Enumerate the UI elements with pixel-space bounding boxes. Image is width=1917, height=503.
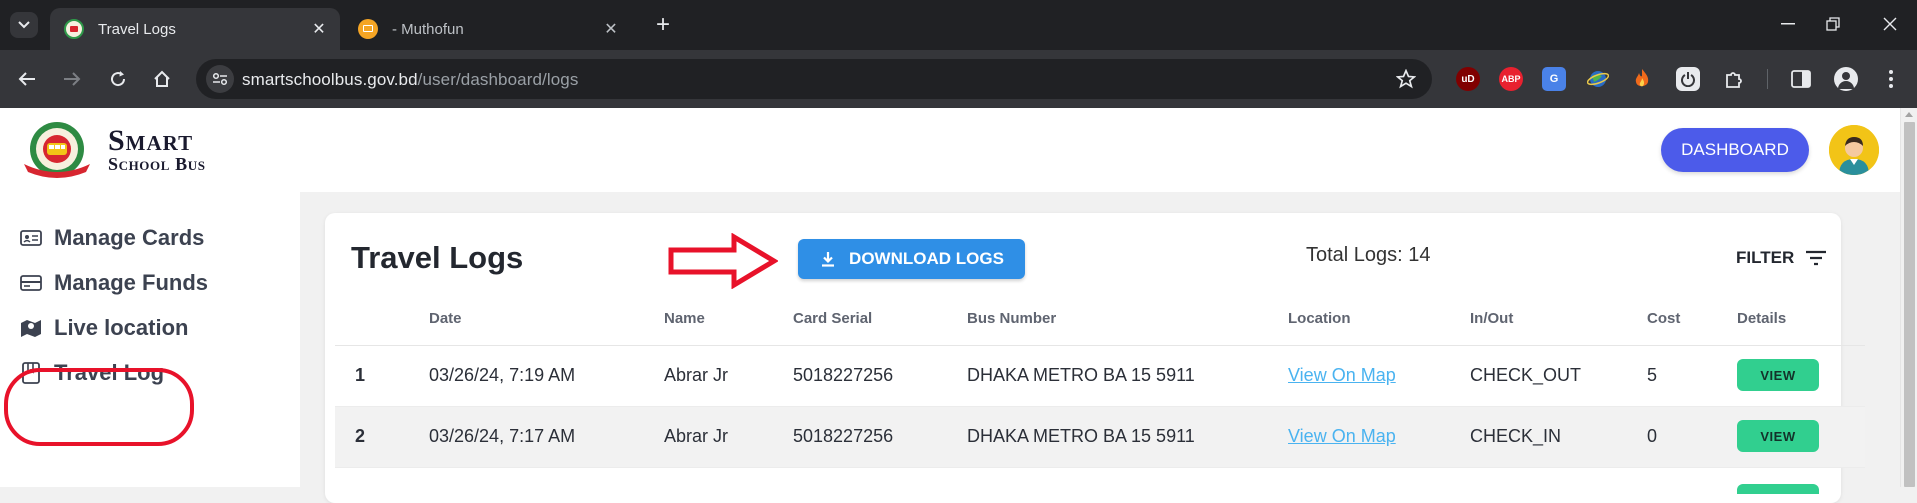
back-arrow-icon[interactable] — [12, 64, 42, 94]
download-icon — [822, 252, 835, 267]
column-header-card-serial[interactable]: Card Serial — [793, 310, 872, 327]
row-bus-number: DHAKA METRO BA 15 5911 — [967, 426, 1195, 446]
fire-icon[interactable] — [1630, 67, 1654, 91]
restore-icon[interactable] — [1818, 12, 1848, 36]
toolbar-divider — [1767, 69, 1768, 89]
column-header-bus-number[interactable]: Bus Number — [967, 310, 1056, 327]
page-title: Travel Logs — [351, 240, 524, 275]
id-card-icon — [18, 225, 44, 251]
dashboard-button[interactable]: DASHBOARD — [1661, 128, 1809, 172]
table-header: Date Name Card Serial Bus Number Locatio… — [335, 298, 1865, 346]
site-header: Smart School Bus DASHBOARD — [0, 108, 1900, 192]
row-index: 2 — [355, 426, 366, 446]
row-card-serial: 5018227256 — [793, 365, 894, 385]
sidebar: Manage Cards Manage Funds Live location … — [0, 192, 300, 487]
tab-title: - Muthofun — [392, 20, 464, 38]
download-logs-label: DOWNLOAD LOGS — [849, 249, 1004, 268]
column-header-name[interactable]: Name — [664, 310, 705, 327]
filter-label: FILTER — [1736, 248, 1795, 267]
filter-button[interactable]: FILTER — [1736, 248, 1828, 268]
row-index: 1 — [355, 365, 366, 385]
row-cost: 0 — [1647, 426, 1658, 446]
sidebar-item-label: Manage Funds — [54, 270, 209, 295]
page-scrollbar[interactable] — [1900, 108, 1917, 487]
close-tab-icon[interactable]: ✕ — [598, 16, 624, 42]
column-header-date[interactable]: Date — [429, 310, 462, 327]
map-icon — [18, 315, 44, 341]
side-panel-icon[interactable] — [1789, 67, 1813, 91]
row-name: Abrar Jr — [664, 426, 729, 446]
sidebar-item-label: Live location — [54, 315, 189, 340]
profile-avatar-icon[interactable] — [1834, 67, 1858, 91]
view-details-button[interactable]: VIEW — [1737, 420, 1819, 452]
annotation-circle — [4, 368, 194, 446]
mail-favicon-icon — [358, 19, 378, 39]
row-cost: 5 — [1647, 365, 1658, 385]
row-name: Abrar Jr — [664, 365, 729, 385]
annotation-arrow-icon — [668, 233, 778, 289]
sidebar-item-label: Manage Cards — [54, 225, 205, 250]
row-date: 03/26/24, 7:17 AM — [429, 426, 576, 446]
minimize-icon[interactable] — [1773, 12, 1803, 36]
home-icon[interactable] — [147, 64, 177, 94]
abp-icon[interactable]: ABP — [1499, 67, 1523, 91]
reload-icon[interactable] — [103, 64, 133, 94]
scroll-up-arrow-icon[interactable] — [1905, 112, 1913, 117]
table-row: 1 03/26/24, 7:19 AM Abrar Jr 5018227256 … — [335, 346, 1865, 407]
row-card-serial: 5018227256 — [793, 426, 894, 446]
site-info-icon[interactable] — [206, 65, 234, 93]
filter-lines-icon — [1806, 250, 1827, 266]
tab-search-button[interactable] — [10, 12, 38, 38]
new-tab-plus-icon[interactable]: + — [650, 11, 676, 38]
row-bus-number: DHAKA METRO BA 15 5911 — [967, 365, 1195, 385]
row-in-out: CHECK_IN — [1470, 426, 1562, 446]
view-details-button[interactable] — [1737, 484, 1819, 494]
table-row: 2 03/26/24, 7:17 AM Abrar Jr 5018227256 … — [335, 407, 1865, 468]
tab-travel-logs[interactable]: Travel Logs ✕ — [50, 8, 340, 50]
row-date: 03/26/24, 7:19 AM — [429, 365, 576, 385]
menu-dots-icon[interactable] — [1879, 67, 1903, 91]
total-logs-count: Total Logs: 14 — [1306, 244, 1431, 266]
column-header-location[interactable]: Location — [1288, 310, 1351, 327]
user-avatar[interactable] — [1829, 125, 1879, 175]
scroll-thumb[interactable] — [1904, 122, 1915, 487]
column-header-cost[interactable]: Cost — [1647, 310, 1680, 327]
card-icon — [18, 270, 44, 296]
tab-muthofun[interactable]: - Muthofun ✕ — [344, 8, 632, 50]
url-path: /user/dashboard/logs — [417, 70, 579, 89]
download-logs-button[interactable]: DOWNLOAD LOGS — [798, 239, 1025, 279]
brand-title: Smart — [108, 124, 194, 157]
column-header-details[interactable]: Details — [1737, 310, 1786, 327]
ublock-icon[interactable]: uD — [1456, 67, 1480, 91]
row-in-out: CHECK_OUT — [1470, 365, 1582, 385]
tab-title: Travel Logs — [98, 20, 176, 38]
forward-arrow-icon[interactable] — [57, 64, 87, 94]
sidebar-item-manage-funds[interactable]: Manage Funds — [18, 263, 208, 303]
chevron-down-icon — [18, 21, 30, 29]
sidebar-item-manage-cards[interactable]: Manage Cards — [18, 218, 204, 258]
smart-school-bus-logo[interactable] — [20, 118, 94, 182]
sidebar-item-live-location[interactable]: Live location — [18, 308, 188, 348]
url-text: smartschoolbus.gov.bd/user/dashboard/log… — [242, 70, 578, 90]
view-on-map-link[interactable]: View On Map — [1288, 365, 1396, 386]
translate-icon[interactable]: G — [1542, 67, 1566, 91]
site-favicon-icon — [64, 19, 84, 39]
view-on-map-link[interactable]: View On Map — [1288, 426, 1396, 447]
browser-toolbar: smartschoolbus.gov.bd/user/dashboard/log… — [0, 50, 1917, 108]
close-window-icon[interactable] — [1875, 12, 1905, 36]
close-tab-icon[interactable]: ✕ — [306, 16, 332, 42]
column-header-in-out[interactable]: In/Out — [1470, 310, 1513, 327]
power-icon[interactable] — [1676, 67, 1700, 91]
earth-icon[interactable] — [1586, 67, 1610, 91]
user-avatar-icon — [1829, 125, 1879, 175]
puzzle-icon[interactable] — [1722, 67, 1746, 91]
bookmark-star-icon[interactable] — [1394, 67, 1418, 91]
browser-tab-bar: Travel Logs ✕ - Muthofun ✕ + — [0, 0, 1917, 50]
brand-subtitle: School Bus — [108, 154, 206, 174]
view-details-button[interactable]: VIEW — [1737, 359, 1819, 391]
url-host: smartschoolbus.gov.bd — [242, 70, 418, 89]
address-bar[interactable]: smartschoolbus.gov.bd/user/dashboard/log… — [196, 59, 1432, 99]
